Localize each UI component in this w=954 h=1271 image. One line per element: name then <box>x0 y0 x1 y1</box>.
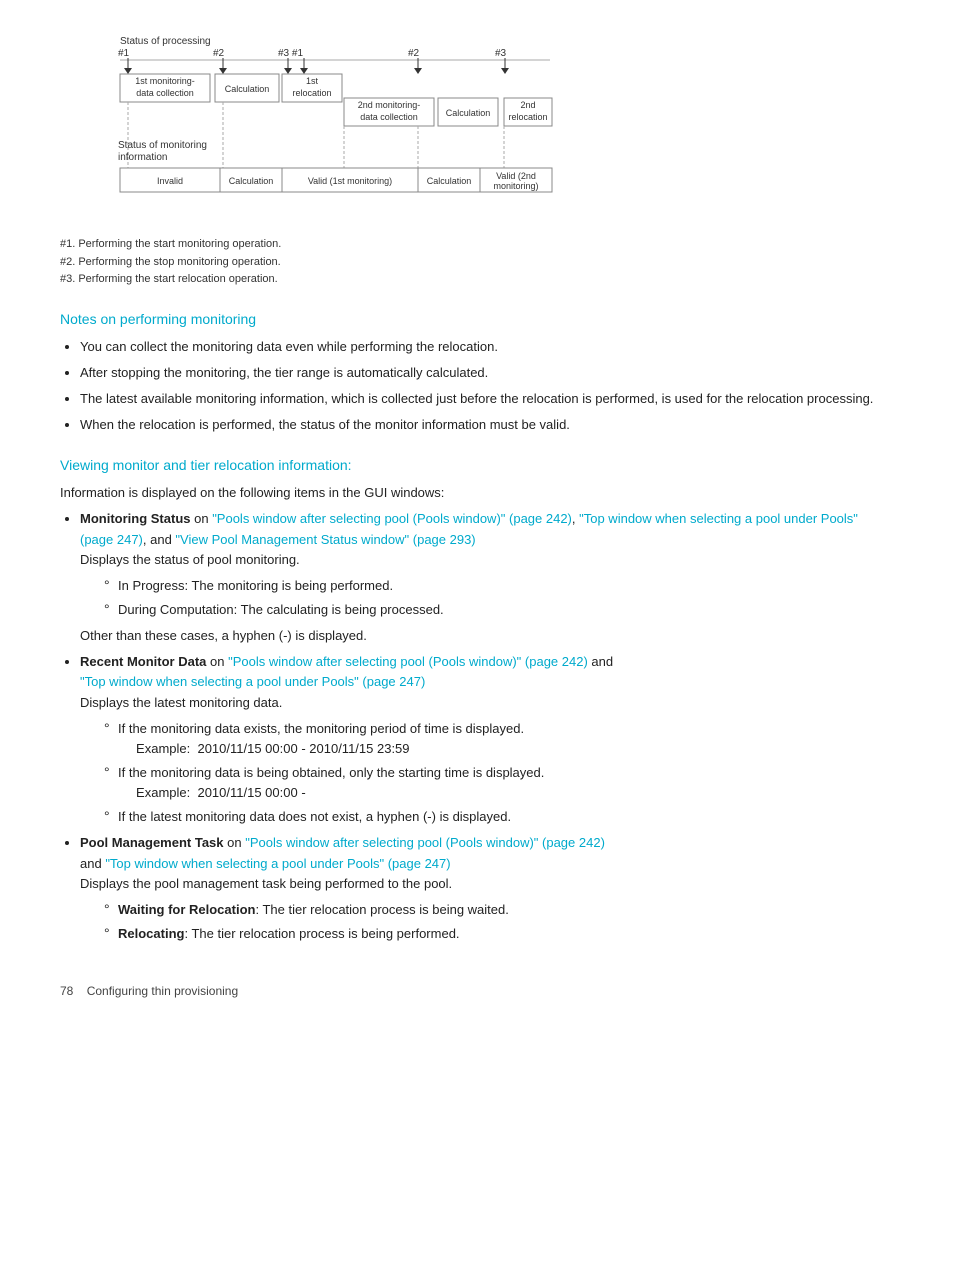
monitoring-status-link-1[interactable]: "Pools window after selecting pool (Pool… <box>212 511 572 526</box>
svg-text:#3 #1: #3 #1 <box>278 48 303 59</box>
pool-task-link-2[interactable]: "Top window when selecting a pool under … <box>105 856 450 871</box>
pool-task-pre: on <box>224 835 246 850</box>
page-footer: 78 Configuring thin provisioning <box>60 984 894 998</box>
monitoring-status-sep-2: , and <box>143 532 176 547</box>
section-notes: Notes on performing monitoring You can c… <box>60 311 894 436</box>
monitoring-status-pre: on <box>191 511 213 526</box>
status-processing-label: Status of processing <box>120 36 211 47</box>
diagram-note-3: #3. Performing the start relocation oper… <box>60 271 894 289</box>
svg-text:2nd monitoring-: 2nd monitoring- <box>358 100 421 110</box>
monitoring-status-desc: Displays the status of pool monitoring. <box>80 550 894 570</box>
page-number: 78 <box>60 984 73 998</box>
recent-monitor-desc: Displays the latest monitoring data. <box>80 693 894 713</box>
recent-monitor-desc-block: Displays the latest monitoring data. If … <box>80 693 894 828</box>
monitoring-status-sub-2: During Computation: The calculating is b… <box>104 600 894 620</box>
diagram-note-1: #1. Performing the start monitoring oper… <box>60 236 894 254</box>
diagram-notes: #1. Performing the start monitoring oper… <box>60 236 894 289</box>
pool-task-sub-2: Relocating: The tier relocation process … <box>104 924 894 944</box>
monitoring-status-post: Other than these cases, a hyphen (-) is … <box>80 626 894 646</box>
pool-task-link-1[interactable]: "Pools window after selecting pool (Pool… <box>245 835 605 850</box>
viewing-list: Monitoring Status on "Pools window after… <box>80 509 894 944</box>
svg-text:Calculation: Calculation <box>229 176 274 186</box>
diagram-note-2: #2. Performing the stop monitoring opera… <box>60 254 894 272</box>
pool-task-sub-list: Waiting for Relocation: The tier relocat… <box>104 900 894 944</box>
recent-monitor-sub-3: If the latest monitoring data does not e… <box>104 807 894 827</box>
recent-monitor-pre: on <box>206 654 228 669</box>
footer-text: Configuring thin provisioning <box>87 984 238 998</box>
svg-text:relocation: relocation <box>292 88 331 98</box>
svg-text:Calculation: Calculation <box>446 108 491 118</box>
notes-bullet-1: You can collect the monitoring data even… <box>80 337 894 357</box>
section-viewing: Viewing monitor and tier relocation info… <box>60 457 894 944</box>
notes-bullet-2: After stopping the monitoring, the tier … <box>80 363 894 383</box>
svg-text:Invalid: Invalid <box>157 176 183 186</box>
svg-text:1st: 1st <box>306 76 319 86</box>
monitoring-status-sub-list: In Progress: The monitoring is being per… <box>104 576 894 620</box>
svg-text:#3: #3 <box>495 48 507 59</box>
recent-monitor-label: Recent Monitor Data <box>80 654 206 669</box>
svg-text:Calculation: Calculation <box>225 84 270 94</box>
monitoring-status-label: Monitoring Status <box>80 511 191 526</box>
recent-monitor-link-1[interactable]: "Pools window after selecting pool (Pool… <box>228 654 588 669</box>
recent-monitor-sep-1: and <box>588 654 613 669</box>
waiting-relocation-label: Waiting for Relocation <box>118 902 255 917</box>
notes-heading: Notes on performing monitoring <box>60 311 894 327</box>
diagram-svg: Status of processing #1 #2 #3 #1 #2 #3 1… <box>60 30 570 230</box>
viewing-intro: Information is displayed on the followin… <box>60 483 894 503</box>
svg-text:#1: #1 <box>118 48 130 59</box>
monitoring-status-sub-1: In Progress: The monitoring is being per… <box>104 576 894 596</box>
svg-text:data collection: data collection <box>360 112 418 122</box>
recent-monitor-sub-2: If the monitoring data is being obtained… <box>104 763 894 803</box>
pool-task-label: Pool Management Task <box>80 835 224 850</box>
pool-task-sub-1: Waiting for Relocation: The tier relocat… <box>104 900 894 920</box>
notes-bullet-3: The latest available monitoring informat… <box>80 389 894 409</box>
pool-task-desc: Displays the pool management task being … <box>80 874 894 894</box>
svg-text:#2: #2 <box>213 48 225 59</box>
viewing-item-recent-monitor: Recent Monitor Data on "Pools window aft… <box>80 652 894 827</box>
svg-text:data collection: data collection <box>136 88 194 98</box>
svg-text:Valid (2nd: Valid (2nd <box>496 171 536 181</box>
viewing-heading: Viewing monitor and tier relocation info… <box>60 457 894 473</box>
svg-text:2nd: 2nd <box>520 100 535 110</box>
diagram-section: Status of processing #1 #2 #3 #1 #2 #3 1… <box>60 30 894 289</box>
svg-text:1st monitoring-: 1st monitoring- <box>135 76 195 86</box>
recent-monitor-sub-1: If the monitoring data exists, the monit… <box>104 719 894 759</box>
svg-text:Status of monitoring: Status of monitoring <box>118 140 207 151</box>
recent-monitor-link-2[interactable]: "Top window when selecting a pool under … <box>80 674 425 689</box>
svg-text:information: information <box>118 152 167 163</box>
viewing-item-monitoring-status: Monitoring Status on "Pools window after… <box>80 509 894 646</box>
svg-text:Calculation: Calculation <box>427 176 472 186</box>
svg-text:relocation: relocation <box>508 112 547 122</box>
monitoring-status-desc-block: Displays the status of pool monitoring. … <box>80 550 894 647</box>
recent-monitor-sub-list: If the monitoring data exists, the monit… <box>104 719 894 828</box>
notes-bullet-4: When the relocation is performed, the st… <box>80 415 894 435</box>
notes-bullet-list: You can collect the monitoring data even… <box>80 337 894 436</box>
pool-task-desc-block: Displays the pool management task being … <box>80 874 894 944</box>
svg-text:monitoring): monitoring) <box>493 181 538 191</box>
svg-text:Valid (1st monitoring): Valid (1st monitoring) <box>308 176 392 186</box>
monitoring-status-link-3[interactable]: "View Pool Management Status window" (pa… <box>175 532 475 547</box>
pool-task-sep: and <box>80 856 105 871</box>
relocating-label: Relocating <box>118 926 184 941</box>
viewing-item-pool-task: Pool Management Task on "Pools window af… <box>80 833 894 944</box>
svg-text:#2: #2 <box>408 48 420 59</box>
